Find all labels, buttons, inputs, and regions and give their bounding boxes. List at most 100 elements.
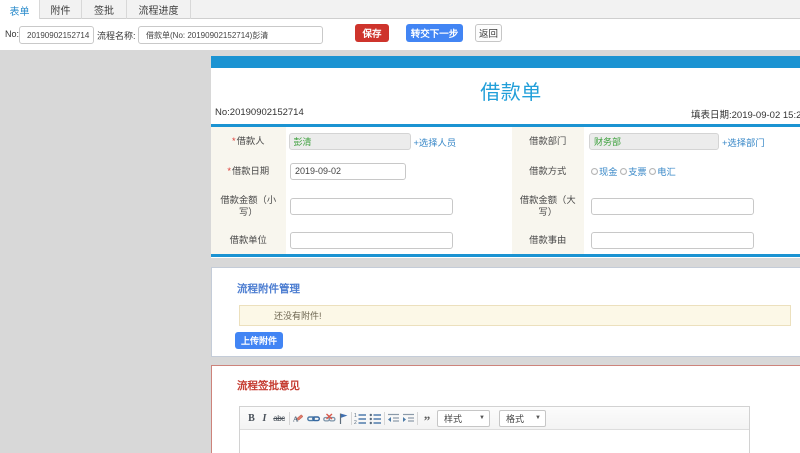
link-button[interactable] [306, 410, 320, 426]
no-attachment-alert: 还没有附件! [239, 305, 791, 326]
radio-cash-label: 现金 [599, 167, 618, 178]
amount-big-label: 借款金额（大写） [519, 194, 576, 218]
unit-value-cell [285, 226, 512, 254]
amount-big-value-cell [583, 186, 800, 226]
forward-next-step-button[interactable]: 转交下一步 [406, 24, 463, 42]
reason-value-cell [583, 226, 800, 254]
form-title: 借款单 [480, 82, 542, 104]
unlink-button[interactable] [322, 410, 336, 426]
form-fill-date: 填表日期:2019-09-02 15:27:14 [691, 110, 800, 121]
tab-bar: 表单 附件 签批 流程进度 [0, 0, 800, 20]
editor-toolbar: B I abc A 1 2 ” 样式 ▼ 格式 ▼ [240, 407, 749, 430]
unit-label-cell: 借款单位 [211, 226, 286, 254]
required-mark: * [231, 136, 236, 147]
tab-form-label: 表单 [9, 6, 30, 18]
borrower-input[interactable] [288, 133, 411, 150]
unit-label: 借款单位 [229, 234, 267, 245]
toolbar-separator [351, 411, 352, 425]
radio-cash-circle[interactable] [590, 167, 598, 175]
radio-cheque-circle[interactable] [619, 167, 628, 175]
panel-top-bar [211, 56, 800, 68]
amount-big-input[interactable] [591, 197, 754, 215]
amount-small-label: 借款金额（小写） [220, 194, 277, 218]
toolbar-separator [289, 411, 290, 425]
radio-cash[interactable]: 现金 [590, 164, 618, 178]
tab-progress-label: 流程进度 [138, 6, 179, 17]
reason-label-cell: 借款事由 [512, 226, 584, 254]
amount-big-label-cell: 借款金额（大写） [512, 186, 584, 226]
amount-small-value-cell [285, 186, 512, 226]
select-dept-link[interactable]: +选择部门 [722, 135, 765, 149]
no-input[interactable] [19, 26, 94, 44]
toolbar-separator [384, 411, 385, 425]
radio-cheque-label: 支票 [628, 167, 647, 178]
outdent-button[interactable] [387, 410, 400, 426]
anchor-flag-button[interactable] [338, 410, 349, 426]
format-dropdown[interactable]: 格式 ▼ [499, 409, 546, 427]
method-label: 借款方式 [529, 166, 567, 176]
form-grid: *借款人 +选择人员 借款部门 +选择部门 *借款日期 借款方式 现金 [211, 127, 800, 254]
no-label: No: [5, 29, 20, 39]
form-no: No:20190902152714 [215, 107, 304, 118]
flow-name-input[interactable] [138, 26, 323, 44]
radio-wire[interactable]: 电汇 [648, 164, 676, 178]
radio-cheque[interactable]: 支票 [619, 164, 647, 178]
attachment-heading: 流程附件管理 [237, 283, 300, 295]
select-person-link[interactable]: +选择人员 [414, 135, 457, 149]
borrow-method-radio-group: 现金 支票 电汇 [590, 164, 678, 178]
date-value-cell [285, 156, 512, 187]
upload-attachment-button[interactable]: 上传附件 [235, 332, 283, 349]
flow-name-label: 流程名称: [97, 31, 136, 41]
reason-label: 借款事由 [529, 234, 567, 245]
bullet-list-button[interactable] [369, 410, 382, 426]
save-button[interactable]: 保存 [355, 24, 389, 42]
dropdown-arrow-icon: ▼ [535, 415, 541, 421]
required-mark: * [227, 166, 231, 176]
indent-button[interactable] [402, 410, 415, 426]
editor-content-area[interactable] [240, 430, 749, 453]
dept-input[interactable] [589, 133, 719, 150]
numbered-list-button[interactable]: 1 2 [354, 410, 367, 426]
tab-form[interactable]: 表单 [0, 0, 40, 20]
remove-format-button[interactable]: A [292, 410, 303, 426]
toolbar-separator [417, 411, 418, 425]
borrow-date-input[interactable] [290, 162, 406, 180]
dept-value-cell: +选择部门 [583, 127, 800, 156]
borrower-label: 借款人 [236, 136, 265, 147]
date-label-cell: * 借款日期 [211, 156, 286, 187]
styles-dropdown-label: 样式 [444, 413, 463, 424]
amount-small-input[interactable] [289, 197, 453, 215]
bold-button[interactable]: B [245, 410, 258, 426]
approval-section: 流程签批意见 B I abc A 1 2 ” 样式 ▼ 格式 ▼ [211, 365, 800, 453]
styles-dropdown[interactable]: 样式 ▼ [437, 409, 490, 427]
tab-attachment-label: 附件 [50, 6, 71, 17]
tab-approval-label: 签批 [94, 6, 114, 17]
tab-approval[interactable]: 签批 [82, 0, 127, 19]
italic-button[interactable]: I [258, 410, 271, 426]
radio-wire-circle[interactable] [648, 167, 657, 175]
tab-progress[interactable]: 流程进度 [127, 0, 191, 19]
date-label: 借款日期 [231, 166, 270, 176]
method-value-cell: 现金 支票 电汇 [583, 156, 800, 187]
attachment-section: 流程附件管理 还没有附件! 上传附件 [211, 267, 800, 357]
borrower-value-cell: +选择人员 [285, 127, 512, 156]
svg-text:2: 2 [354, 420, 357, 425]
reason-input[interactable] [591, 231, 754, 249]
back-button[interactable]: 返回 [475, 24, 502, 42]
borrower-label-cell: * 借款人 [211, 127, 286, 156]
unit-input[interactable] [289, 231, 453, 249]
loan-form-panel: 借款单 No:20190902152714 填表日期:2019-09-02 15… [211, 56, 800, 258]
dropdown-arrow-icon: ▼ [479, 415, 485, 421]
tab-attachment[interactable]: 附件 [40, 0, 82, 19]
format-dropdown-label: 格式 [506, 413, 525, 424]
action-bar: No: 流程名称: 保存 转交下一步 返回 [0, 19, 800, 50]
svg-text:1: 1 [354, 413, 357, 419]
dept-label: 借款部门 [529, 136, 567, 147]
rich-text-editor: B I abc A 1 2 ” 样式 ▼ 格式 ▼ [239, 406, 750, 453]
radio-wire-label: 电汇 [657, 167, 676, 178]
strikethrough-button[interactable]: abc [271, 410, 287, 426]
amount-small-label-cell: 借款金额（小写） [211, 186, 286, 226]
approval-heading: 流程签批意见 [237, 380, 300, 392]
blockquote-button[interactable]: ” [420, 410, 434, 428]
top-bar: 表单 附件 签批 流程进度 No: 流程名称: 保存 转交下一步 返回 [0, 0, 800, 50]
